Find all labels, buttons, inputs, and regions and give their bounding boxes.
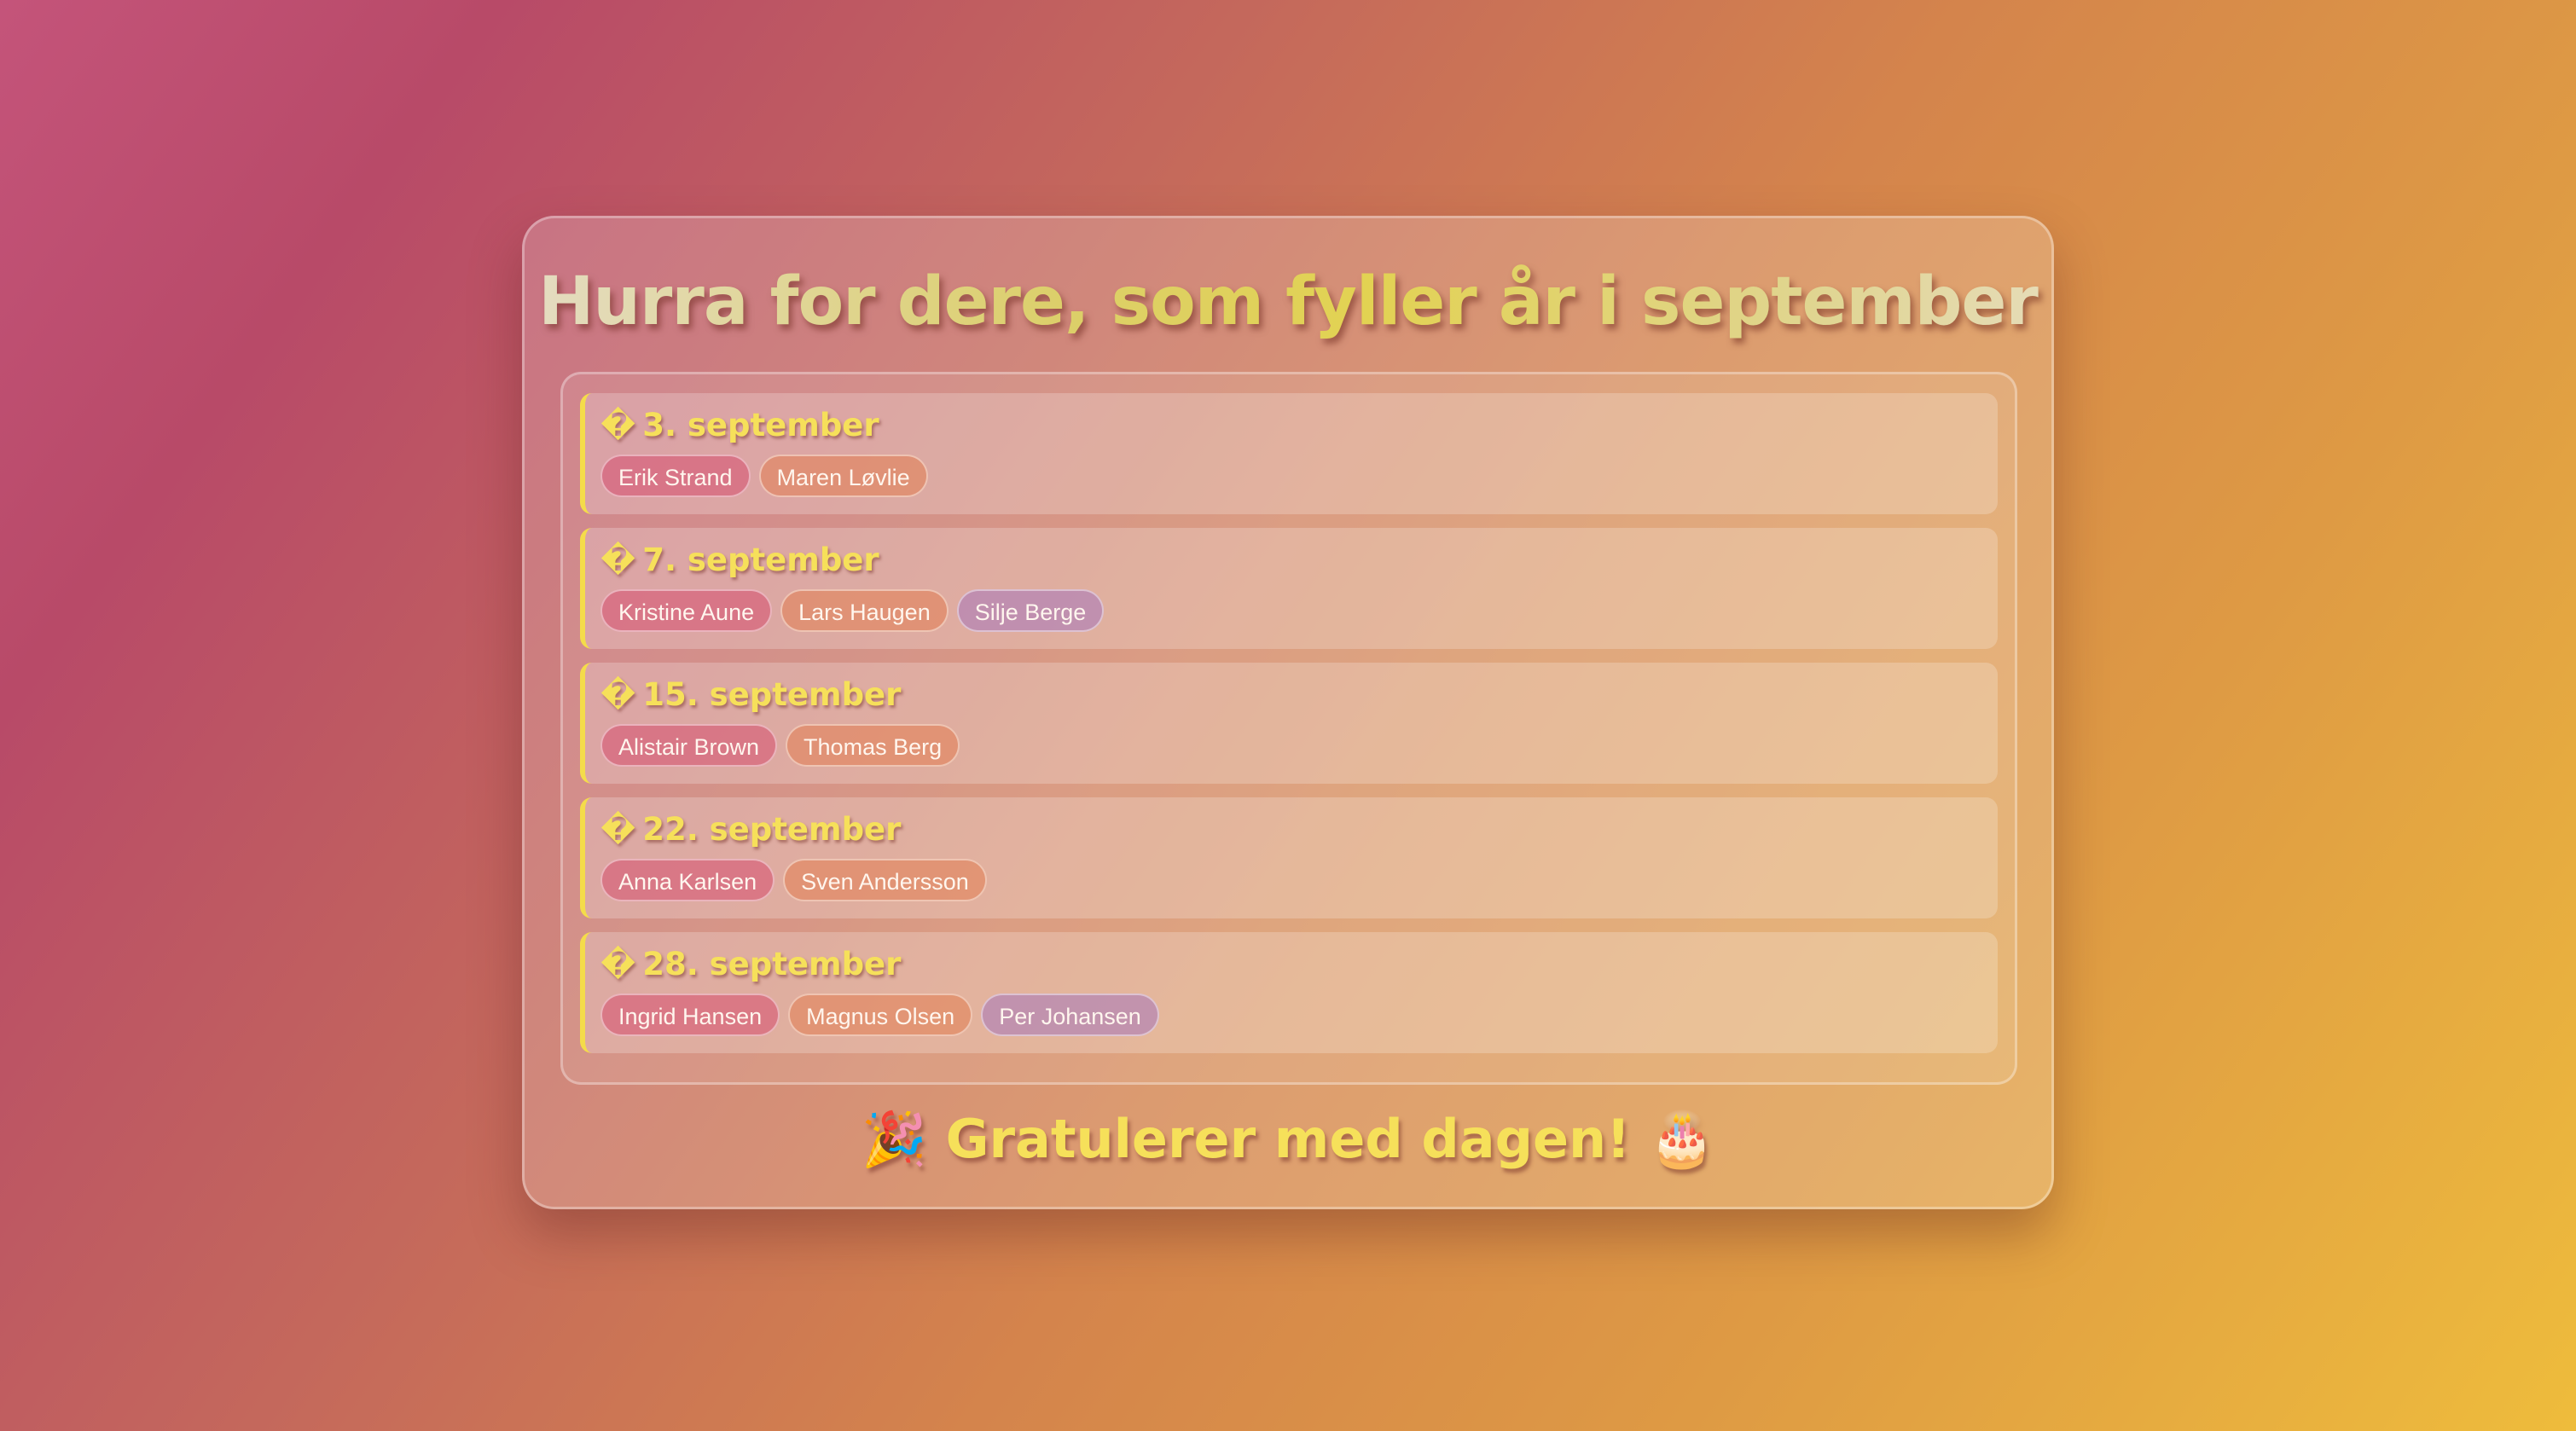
name-list: Kristine Aune Lars Haugen Silje Berge	[600, 589, 1105, 632]
name-chip: Erik Strand	[600, 455, 751, 497]
birthday-group: � 3. september Erik Strand Maren Løvlie	[580, 393, 1998, 514]
birthday-group: � 15. september Alistair Brown Thomas Ber…	[580, 663, 1998, 784]
name-list: Anna Karlsen Sven Andersson	[600, 859, 987, 901]
replacement-char-icon: �	[600, 407, 636, 443]
birthday-group: � 22. september Anna Karlsen Sven Anderss…	[580, 797, 1998, 918]
name-list: Erik Strand Maren Løvlie	[600, 455, 928, 497]
name-chip: Sven Andersson	[783, 859, 987, 901]
name-chip: Per Johansen	[981, 994, 1159, 1036]
date-label: 7. september	[642, 542, 879, 578]
name-chip: Kristine Aune	[600, 589, 773, 632]
date-label: 3. september	[642, 407, 879, 443]
birthday-date: � 3. september	[600, 405, 879, 446]
birthday-group: � 28. september Ingrid Hansen Magnus Olse…	[580, 932, 1998, 1053]
page-title: Hurra for dere, som fyller år i septembe…	[525, 259, 2051, 345]
replacement-char-icon: �	[600, 542, 636, 578]
name-chip: Lars Haugen	[780, 589, 949, 632]
replacement-char-icon: �	[600, 811, 636, 848]
birthday-group: � 7. september Kristine Aune Lars Haugen …	[580, 528, 1998, 649]
name-chip: Alistair Brown	[600, 724, 778, 767]
name-list: Alistair Brown Thomas Berg	[600, 724, 960, 767]
birthday-list: � 3. september Erik Strand Maren Løvlie �…	[560, 372, 2017, 1085]
name-list: Ingrid Hansen Magnus Olsen Per Johansen	[600, 994, 1159, 1036]
date-label: 15. september	[642, 676, 902, 713]
name-chip: Silje Berge	[956, 589, 1105, 632]
replacement-char-icon: �	[600, 946, 636, 982]
birthday-date: � 28. september	[600, 944, 901, 985]
name-chip: Ingrid Hansen	[600, 994, 780, 1036]
birthday-date: � 22. september	[600, 809, 901, 850]
date-label: 28. september	[642, 946, 902, 982]
name-chip: Thomas Berg	[786, 724, 960, 767]
birthday-date: � 7. september	[600, 540, 879, 581]
replacement-char-icon: �	[600, 676, 636, 713]
congratulations-message: 🎉 Gratulerer med dagen! 🎂	[861, 1108, 1715, 1170]
name-chip: Maren Løvlie	[758, 455, 928, 497]
birthday-card: Hurra for dere, som fyller år i septembe…	[522, 216, 2054, 1209]
date-label: 22. september	[642, 811, 902, 848]
name-chip: Anna Karlsen	[600, 859, 775, 901]
name-chip: Magnus Olsen	[788, 994, 973, 1036]
birthday-date: � 15. september	[600, 675, 901, 716]
